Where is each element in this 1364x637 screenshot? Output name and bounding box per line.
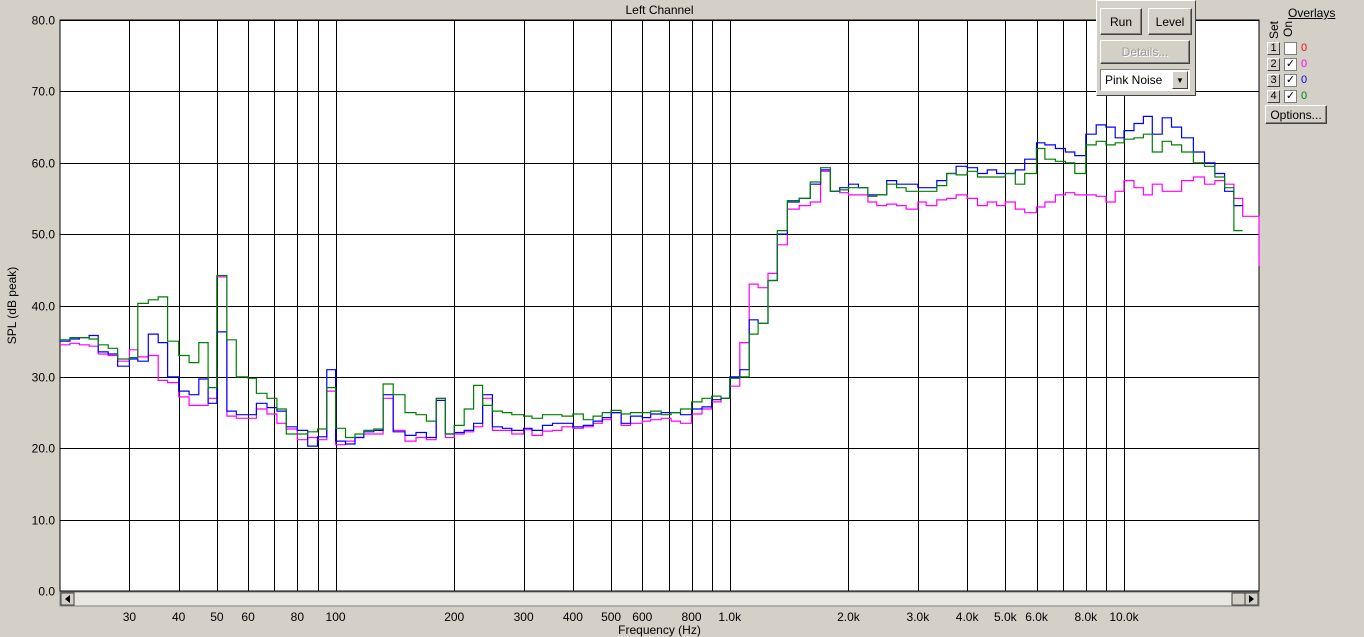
details-button[interactable]: Details... [1100,40,1190,64]
x-tick-label: 500 [601,610,621,624]
y-tick-label: 10.0 [32,514,56,528]
scroll-thumb [1231,592,1246,606]
x-tick-label: 400 [563,610,583,624]
y-tick-label: 20.0 [32,442,56,456]
overlay-value-4: 0 [1301,90,1308,102]
plot-area [59,19,1260,592]
overlay-set-button-1[interactable]: 1 [1267,42,1280,55]
y-tick-label: 60.0 [32,157,56,171]
set-column-header: Set [1267,21,1281,40]
overlay-on-checkbox-3[interactable]: ✓ [1284,74,1297,87]
x-tick-label: 4.0k [956,610,980,624]
y-tick-label: 40.0 [32,300,56,314]
y-tick-label: 30.0 [32,371,56,385]
horizontal-scrollbar [59,591,1260,607]
overlay-set-button-4[interactable]: 4 [1267,90,1280,103]
on-column-header: On [1281,21,1295,38]
overlay-set-button-2[interactable]: 2 [1267,58,1280,71]
x-tick-label: 300 [514,610,534,624]
x-tick-label: 40 [172,610,186,624]
chart-title: Left Channel [625,3,693,17]
x-tick-label: 30 [123,610,137,624]
dropdown-arrow-icon[interactable]: ▼ [1172,71,1188,89]
overlay-on-checkbox-2[interactable]: ✓ [1284,58,1297,71]
x-tick-label: 80 [291,610,305,624]
x-tick-label: 5.0k [994,610,1018,624]
y-tick-label: 50.0 [32,228,56,242]
x-tick-label: 800 [682,610,702,624]
overlay-set-button-3[interactable]: 3 [1267,74,1280,87]
x-tick-label: 6.0k [1025,610,1049,624]
signal-source-value: Pink Noise [1105,73,1163,87]
level-button[interactable]: Level [1148,8,1192,35]
overlay-on-checkbox-1[interactable] [1284,42,1297,55]
x-tick-label: 200 [444,610,464,624]
overlay-on-checkbox-4[interactable]: ✓ [1284,90,1297,103]
x-tick-label: 100 [326,610,346,624]
x-tick-label: 10.0k [1109,610,1139,624]
overlay-value-1: 0 [1301,42,1308,54]
overlay-value-3: 0 [1301,74,1308,86]
y-tick-label: 80.0 [32,14,56,28]
x-tick-label: 3.0k [907,610,931,624]
overlay-value-2: 0 [1301,58,1308,70]
x-tick-label: 2.0k [837,610,861,624]
x-tick-label: 8.0k [1074,610,1098,624]
spl-chart: 0.0 10.0 20.0 30.0 40.0 50.0 60.0 70.0 80.0 Left … [5,3,1260,637]
overlays-title[interactable]: Overlays [1288,6,1335,20]
y-axis-label: SPL (dB peak) [5,267,19,345]
x-tick-label: 1.0k [718,610,742,624]
x-axis-label: Frequency (Hz) [618,623,701,637]
x-tick-label: 600 [632,610,652,624]
options-button[interactable]: Options... [1265,105,1327,124]
y-tick-label: 0.0 [38,585,55,599]
y-tick-label: 70.0 [32,85,56,99]
run-button[interactable]: Run [1100,8,1142,35]
x-tick-label: 50 [210,610,224,624]
signal-source-select[interactable]: Pink Noise ▼ [1100,69,1190,91]
x-tick-label: 60 [241,610,255,624]
